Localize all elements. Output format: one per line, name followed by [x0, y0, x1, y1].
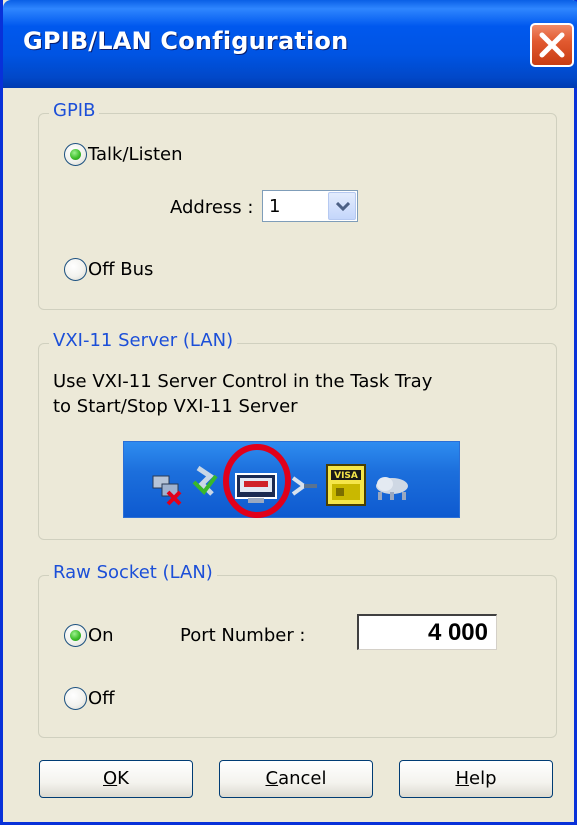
address-select[interactable]: 1 [262, 190, 358, 222]
address-value: 1 [269, 196, 281, 217]
raw-socket-off-radio[interactable] [64, 687, 87, 710]
ok-button[interactable]: OK [39, 760, 193, 798]
port-number-label: Port Number : [180, 625, 306, 646]
highlight-circle-icon [223, 444, 291, 518]
talk-listen-label[interactable]: Talk/Listen [88, 144, 182, 165]
vxi11-group-label: VXI-11 Server (LAN) [49, 330, 238, 351]
cancel-button-label: ancel [278, 768, 327, 789]
cloud-network-icon [376, 477, 408, 500]
close-x-icon [539, 32, 565, 58]
raw-socket-group-label: Raw Socket (LAN) [49, 562, 217, 583]
title-bar[interactable]: GPIB/LAN Configuration [3, 0, 577, 88]
svg-text:VISA: VISA [334, 471, 358, 481]
raw-socket-on-radio[interactable] [64, 624, 87, 647]
help-button-accel: H [455, 768, 470, 789]
vxi11-instruction-line1: Use VXI-11 Server Control in the Task Tr… [53, 371, 433, 392]
address-label: Address : [170, 197, 254, 218]
network-disconnected-icon [152, 475, 182, 506]
gpib-group-label: GPIB [49, 100, 100, 121]
window-title: GPIB/LAN Configuration [23, 27, 349, 55]
safely-remove-icon [192, 465, 218, 496]
off-bus-radio[interactable] [64, 258, 87, 281]
port-number-input[interactable]: 4 000 [357, 614, 497, 650]
ok-button-accel: O [103, 768, 118, 789]
address-dropdown-button[interactable] [328, 192, 356, 220]
chevron-down-icon [336, 202, 350, 212]
ok-button-label: K [117, 768, 129, 789]
raw-socket-off-label[interactable]: Off [88, 688, 115, 709]
talk-listen-radio[interactable] [64, 143, 87, 166]
vxi11-instruction-line2: to Start/Stop VXI-11 Server [53, 396, 298, 417]
raw-socket-on-label[interactable]: On [88, 625, 114, 646]
help-button-label: elp [469, 768, 497, 789]
port-number-value: 4 000 [427, 619, 488, 646]
off-bus-label[interactable]: Off Bus [88, 259, 153, 280]
cancel-button[interactable]: Cancel [219, 760, 373, 798]
network-cable-icon [291, 476, 317, 496]
raw-socket-group: Raw Socket (LAN) [38, 562, 557, 738]
visa-icon: VISA [326, 464, 366, 506]
task-tray-image: VISA [123, 441, 460, 518]
help-button[interactable]: Help [399, 760, 553, 798]
close-button[interactable] [530, 23, 574, 67]
cancel-button-accel: C [265, 768, 279, 789]
